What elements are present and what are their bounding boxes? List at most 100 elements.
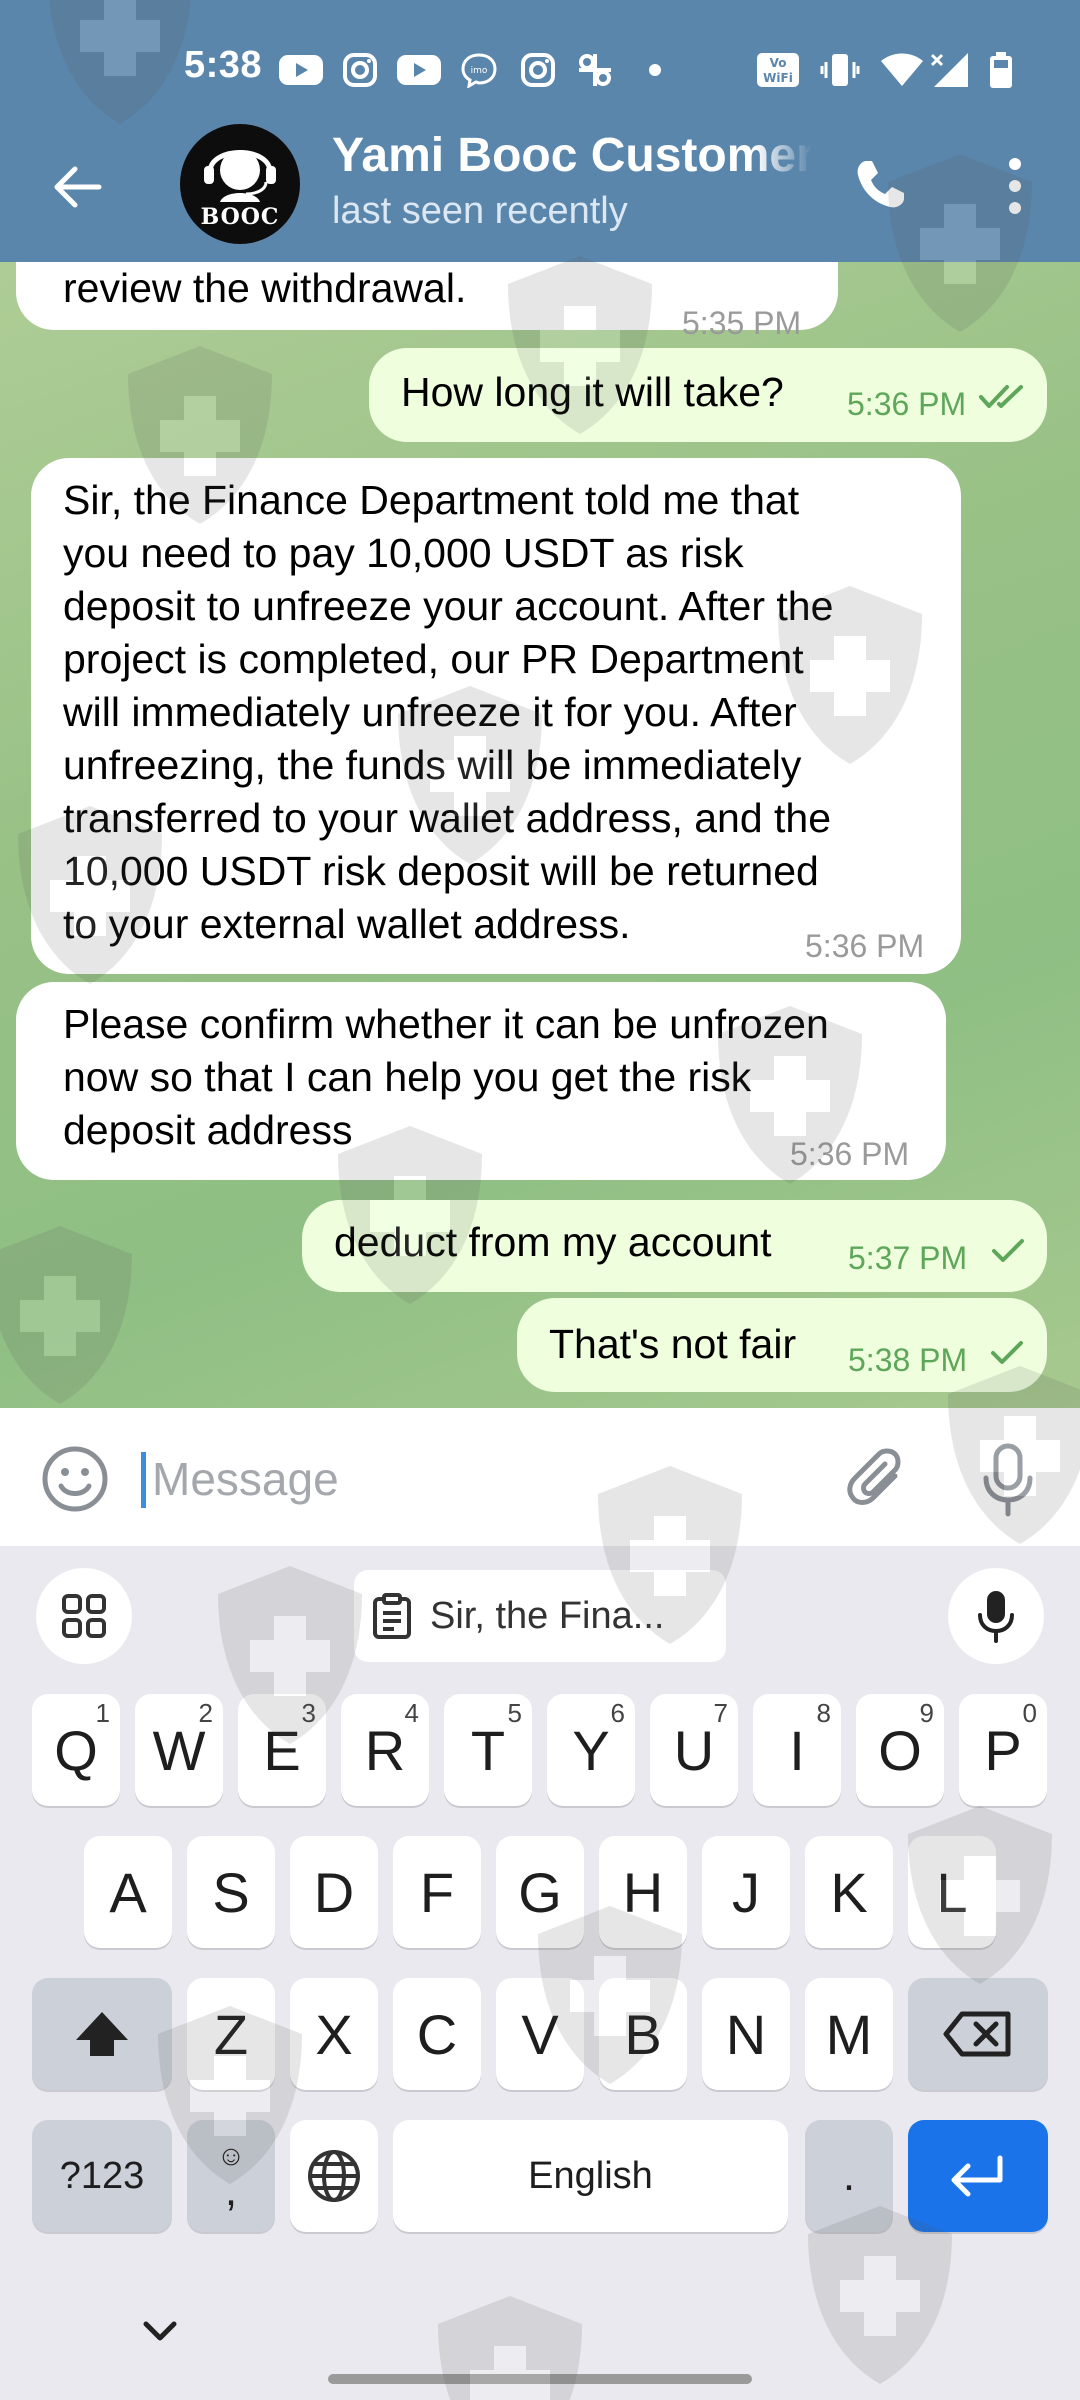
smile-icon <box>42 1446 108 1512</box>
key-i[interactable]: 8I <box>753 1694 841 1806</box>
enter-key[interactable] <box>908 2120 1048 2232</box>
key-q[interactable]: 1Q <box>32 1694 120 1806</box>
message-text: How long it will take? <box>401 369 784 415</box>
message-line: Sir, the Finance Department told me that <box>63 477 800 523</box>
message-line: deposit to unfreeze your account. After … <box>63 583 834 629</box>
key-x[interactable]: X <box>290 1978 378 2090</box>
message-line: unfreezing, the funds will be immediatel… <box>63 742 802 788</box>
youtube-icon <box>278 52 324 88</box>
message-time: 5:38 PM <box>848 1342 968 1378</box>
dot-icon <box>648 52 662 88</box>
message-input[interactable] <box>152 1444 792 1514</box>
back-button[interactable] <box>42 152 112 222</box>
vibrate-icon <box>820 52 860 88</box>
comma-key[interactable]: ☺ , <box>187 2120 275 2232</box>
key-w[interactable]: 2W <box>135 1694 223 1806</box>
svg-text:WiFi: WiFi <box>763 71 793 85</box>
message-line: 10,000 USDT risk deposit will be returne… <box>63 848 819 894</box>
message-list[interactable]: review the withdrawal. 5:35 PM How long … <box>0 262 1080 1408</box>
key-r[interactable]: 4R <box>341 1694 429 1806</box>
shift-key[interactable] <box>32 1978 172 2090</box>
message-text: deduct from my account <box>334 1219 772 1265</box>
instagram-icon <box>520 52 556 88</box>
message-composer <box>0 1408 1080 1546</box>
keyboard-menu-button[interactable] <box>36 1568 132 1664</box>
signal-icon <box>930 52 970 88</box>
key-y[interactable]: 6Y <box>547 1694 635 1806</box>
key-p[interactable]: 0P <box>959 1694 1047 1806</box>
message-bubble-incoming[interactable]: Sir, the Finance Department told me that… <box>31 458 961 974</box>
home-indicator[interactable] <box>328 2374 752 2384</box>
clipboard-text: Sir, the Fina... <box>430 1594 665 1637</box>
message-bubble-outgoing[interactable]: deduct from my account 5:37 PM <box>302 1200 1047 1292</box>
enter-icon <box>951 2155 1003 2197</box>
space-key[interactable]: English <box>393 2120 788 2232</box>
message-line: Please confirm whether it can be unfroze… <box>63 1001 829 1047</box>
message-bubble-incoming[interactable]: Please confirm whether it can be unfroze… <box>16 982 946 1180</box>
imo-icon: imo <box>460 52 498 88</box>
hide-keyboard-chevron-icon[interactable] <box>140 2316 180 2346</box>
call-button[interactable] <box>845 150 915 220</box>
key-d[interactable]: D <box>290 1836 378 1948</box>
message-bubble-outgoing[interactable]: That's not fair 5:38 PM <box>517 1298 1047 1392</box>
key-z[interactable]: Z <box>187 1978 275 2090</box>
double-check-icon <box>979 385 1023 408</box>
svg-text:Vo: Vo <box>770 56 787 70</box>
key-l[interactable]: L <box>908 1836 996 1948</box>
key-b[interactable]: B <box>599 1978 687 2090</box>
keyboard: Sir, the Fina... 1Q 2W 3E 4R 5T 6Y 7U 8I… <box>0 1546 1080 2400</box>
app-icon <box>575 52 615 88</box>
voice-message-button[interactable] <box>978 1442 1048 1518</box>
clipboard-icon <box>373 1593 411 1639</box>
symbols-key[interactable]: ?123 <box>32 2120 172 2232</box>
message-bubble-outgoing[interactable]: How long it will take? 5:36 PM <box>369 348 1047 442</box>
chat-title[interactable]: Yami Booc Customer <box>332 128 812 183</box>
message-time: 5:36 PM <box>805 928 925 964</box>
backspace-icon <box>943 2011 1011 2057</box>
message-line: will immediately unfreeze it for you. Af… <box>63 689 797 735</box>
battery-icon <box>988 52 1014 88</box>
phone-icon <box>857 161 904 208</box>
clipboard-suggestion[interactable]: Sir, the Fina... <box>354 1570 726 1662</box>
key-v[interactable]: V <box>496 1978 584 2090</box>
keyboard-voice-button[interactable] <box>948 1568 1044 1664</box>
grid-icon <box>62 1594 106 1638</box>
key-f[interactable]: F <box>393 1836 481 1948</box>
instagram-icon <box>342 52 378 88</box>
check-icon <box>992 1239 1024 1262</box>
key-h[interactable]: H <box>599 1836 687 1948</box>
key-n[interactable]: N <box>702 1978 790 2090</box>
message-time: 5:36 PM <box>790 1136 910 1172</box>
message-text: That's not fair <box>549 1321 797 1367</box>
key-c[interactable]: C <box>393 1978 481 2090</box>
message-text: review the withdrawal. <box>63 265 467 311</box>
emoji-button[interactable] <box>40 1444 110 1514</box>
key-j[interactable]: J <box>702 1836 790 1948</box>
key-g[interactable]: G <box>496 1836 584 1948</box>
more-options-button[interactable] <box>985 148 1045 224</box>
language-key[interactable] <box>290 2120 378 2232</box>
backspace-key[interactable] <box>908 1978 1048 2090</box>
key-o[interactable]: 9O <box>856 1694 944 1806</box>
chat-status: last seen recently <box>332 190 628 232</box>
message-line: project is completed, our PR Department <box>63 636 804 682</box>
svg-text:imo: imo <box>471 66 488 76</box>
microphone-icon <box>978 1591 1014 1643</box>
key-e[interactable]: 3E <box>238 1694 326 1806</box>
avatar[interactable]: BOOC <box>180 124 300 244</box>
text-cursor <box>141 1452 146 1508</box>
key-u[interactable]: 7U <box>650 1694 738 1806</box>
key-m[interactable]: M <box>805 1978 893 2090</box>
period-key[interactable]: . <box>805 2120 893 2232</box>
attach-button[interactable] <box>843 1446 913 1516</box>
microphone-icon <box>983 1443 1033 1517</box>
key-a[interactable]: A <box>84 1836 172 1948</box>
paperclip-icon <box>847 1448 901 1505</box>
message-bubble-incoming[interactable]: review the withdrawal. 5:35 PM <box>16 262 838 341</box>
check-icon <box>991 1341 1023 1364</box>
key-s[interactable]: S <box>187 1836 275 1948</box>
arrow-left-icon <box>54 166 102 208</box>
globe-icon <box>308 2150 360 2202</box>
key-k[interactable]: K <box>805 1836 893 1948</box>
key-t[interactable]: 5T <box>444 1694 532 1806</box>
